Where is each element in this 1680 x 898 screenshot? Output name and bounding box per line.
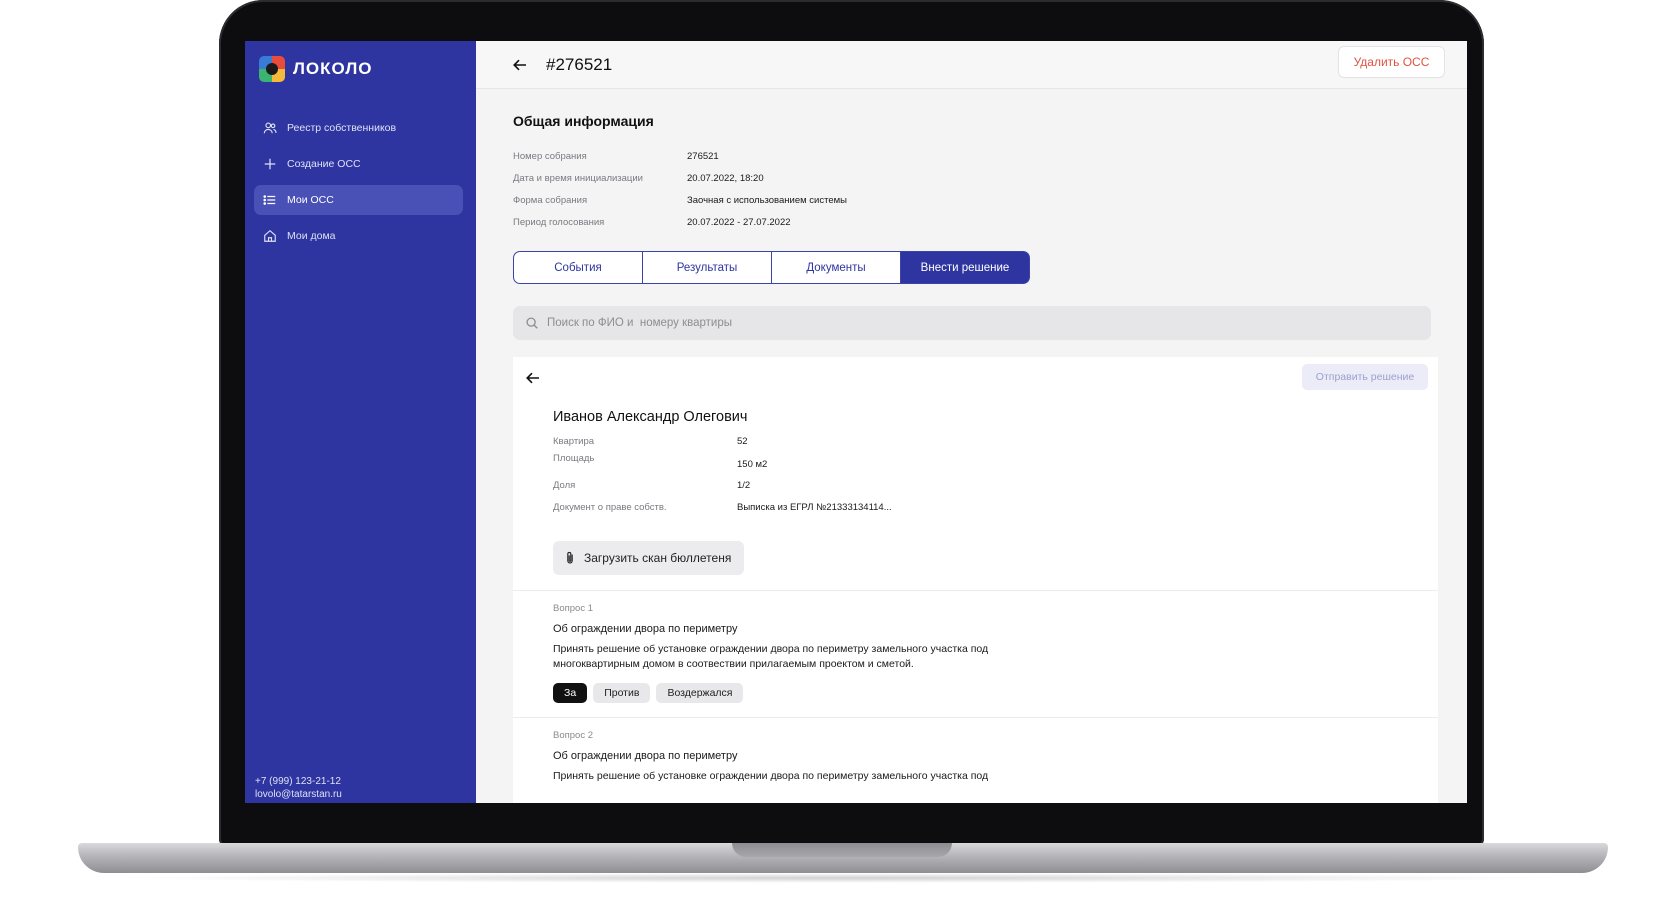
sidebar-item-label: Реестр собственников [287, 122, 397, 134]
owner-value: 1/2 [737, 480, 751, 491]
info-value: Заочная с использованием системы [687, 194, 847, 206]
info-label: Номер собрания [513, 150, 587, 162]
info-label: Период голосования [513, 216, 605, 228]
divider [513, 590, 1438, 591]
info-row: Период голосования 20.07.2022 - 27.07.20… [513, 211, 847, 233]
sidebar-item-owners-registry[interactable]: Реестр собственников [254, 113, 463, 143]
logo-icon [259, 56, 285, 82]
question-title: Об ограждении двора по периметру [553, 623, 738, 635]
info-value: 20.07.2022, 18:20 [687, 172, 764, 184]
contact-email[interactable]: lovolo@tatarstan.ru [255, 788, 342, 801]
owner-row: Документ о праве собств. Выписка из ЕГРЛ… [553, 502, 892, 519]
sidebar-item-my-houses[interactable]: Мои дома [254, 221, 463, 251]
tab-results[interactable]: Результаты [642, 251, 772, 284]
topbar: #276521 Удалить ОСС [476, 41, 1467, 89]
owner-value: Выписка из ЕГРЛ №21333134114... [737, 502, 892, 513]
owner-row: Площадь 150 м2 [553, 453, 892, 480]
question-title: Об ограждении двора по периметру [553, 750, 738, 762]
owner-label: Доля [553, 480, 576, 491]
answer-options: За Против Воздержался [553, 683, 1253, 703]
sidebar-item-label: Мои дома [287, 230, 336, 242]
answer-abstain-button[interactable]: Воздержался [656, 683, 744, 703]
owner-label: Площадь [553, 453, 595, 464]
info-label: Форма собрания [513, 194, 588, 206]
logo[interactable]: ЛОКОЛО [259, 56, 372, 82]
sidebar-item-create-oss[interactable]: Создание ОСС [254, 149, 463, 179]
screen: ЛОКОЛО Реестр собственников Создание ОСС… [245, 41, 1467, 803]
question-item: Вопрос 2 Об ограждении двора по периметр… [553, 730, 1253, 784]
sidebar: ЛОКОЛО Реестр собственников Создание ОСС… [245, 41, 476, 803]
tab-events[interactable]: События [513, 251, 643, 284]
info-label: Дата и время инициализации [513, 172, 643, 184]
owner-value: 52 [737, 436, 748, 447]
question-item: Вопрос 1 Об ограждении двора по периметр… [553, 603, 1253, 703]
divider [513, 717, 1438, 718]
tab-bar: События Результаты Документы Внести реше… [513, 251, 1030, 284]
sidebar-item-my-oss[interactable]: Мои ОСС [254, 185, 463, 215]
upload-scan-label: Загрузить скан бюллетеня [584, 551, 732, 565]
owner-label: Квартира [553, 436, 595, 447]
decision-card: Отправить решение Иванов Александр Олего… [513, 357, 1438, 803]
main-content: #276521 Удалить ОСС Общая информация Ном… [476, 41, 1467, 803]
question-number: Вопрос 1 [553, 603, 594, 614]
answer-for-button[interactable]: За [553, 683, 588, 703]
owner-value: 150 м2 [737, 459, 768, 470]
question-text: Принять решение об установке ограждении … [553, 770, 989, 782]
upload-scan-button[interactable]: Загрузить скан бюллетеня [553, 541, 744, 575]
search-bar [513, 306, 1431, 340]
laptop-shadow [110, 873, 1570, 883]
general-info: Номер собрания 276521 Дата и время иници… [513, 145, 847, 233]
tab-documents[interactable]: Документы [771, 251, 901, 284]
list-icon [263, 193, 277, 207]
tab-submit-decision[interactable]: Внести решение [900, 251, 1030, 284]
info-value: 20.07.2022 - 27.07.2022 [687, 216, 791, 228]
sidebar-item-label: Создание ОСС [287, 158, 361, 170]
owner-name: Иванов Александр Олегович [553, 409, 748, 425]
owner-info: Квартира 52 Площадь 150 м2 Доля 1/2 Доку… [553, 436, 892, 519]
info-row: Форма собрания Заочная с использованием … [513, 189, 847, 211]
laptop-notch [732, 843, 952, 857]
page-title: #276521 [546, 55, 613, 74]
owner-row: Квартира 52 [553, 436, 892, 453]
info-row: Дата и время инициализации 20.07.2022, 1… [513, 167, 847, 189]
back-arrow-icon[interactable] [525, 370, 541, 386]
search-input[interactable] [547, 317, 1407, 329]
paperclip-icon [567, 551, 573, 564]
answer-against-button[interactable]: Против [593, 683, 651, 703]
sidebar-contacts: +7 (999) 123-21-12 lovolo@tatarstan.ru [255, 775, 342, 801]
question-text: Принять решение об установке ограждении … [553, 643, 989, 670]
sidebar-item-label: Мои ОСС [287, 194, 334, 206]
info-value: 276521 [687, 150, 719, 162]
search-icon [525, 316, 539, 330]
users-icon [263, 121, 277, 135]
contact-phone[interactable]: +7 (999) 123-21-12 [255, 775, 342, 788]
delete-oss-button[interactable]: Удалить ОСС [1338, 46, 1445, 78]
general-info-title: Общая информация [513, 113, 654, 129]
plus-icon [263, 157, 277, 171]
sidebar-nav: Реестр собственников Создание ОСС Мои ОС… [254, 113, 463, 257]
owner-row: Доля 1/2 [553, 480, 892, 502]
home-icon [263, 229, 277, 243]
owner-label: Документ о праве собств. [553, 502, 667, 513]
logo-text: ЛОКОЛО [293, 59, 373, 78]
back-arrow-icon[interactable] [512, 57, 528, 73]
question-number: Вопрос 2 [553, 730, 594, 741]
send-decision-button[interactable]: Отправить решение [1302, 364, 1428, 390]
info-row: Номер собрания 276521 [513, 145, 847, 167]
